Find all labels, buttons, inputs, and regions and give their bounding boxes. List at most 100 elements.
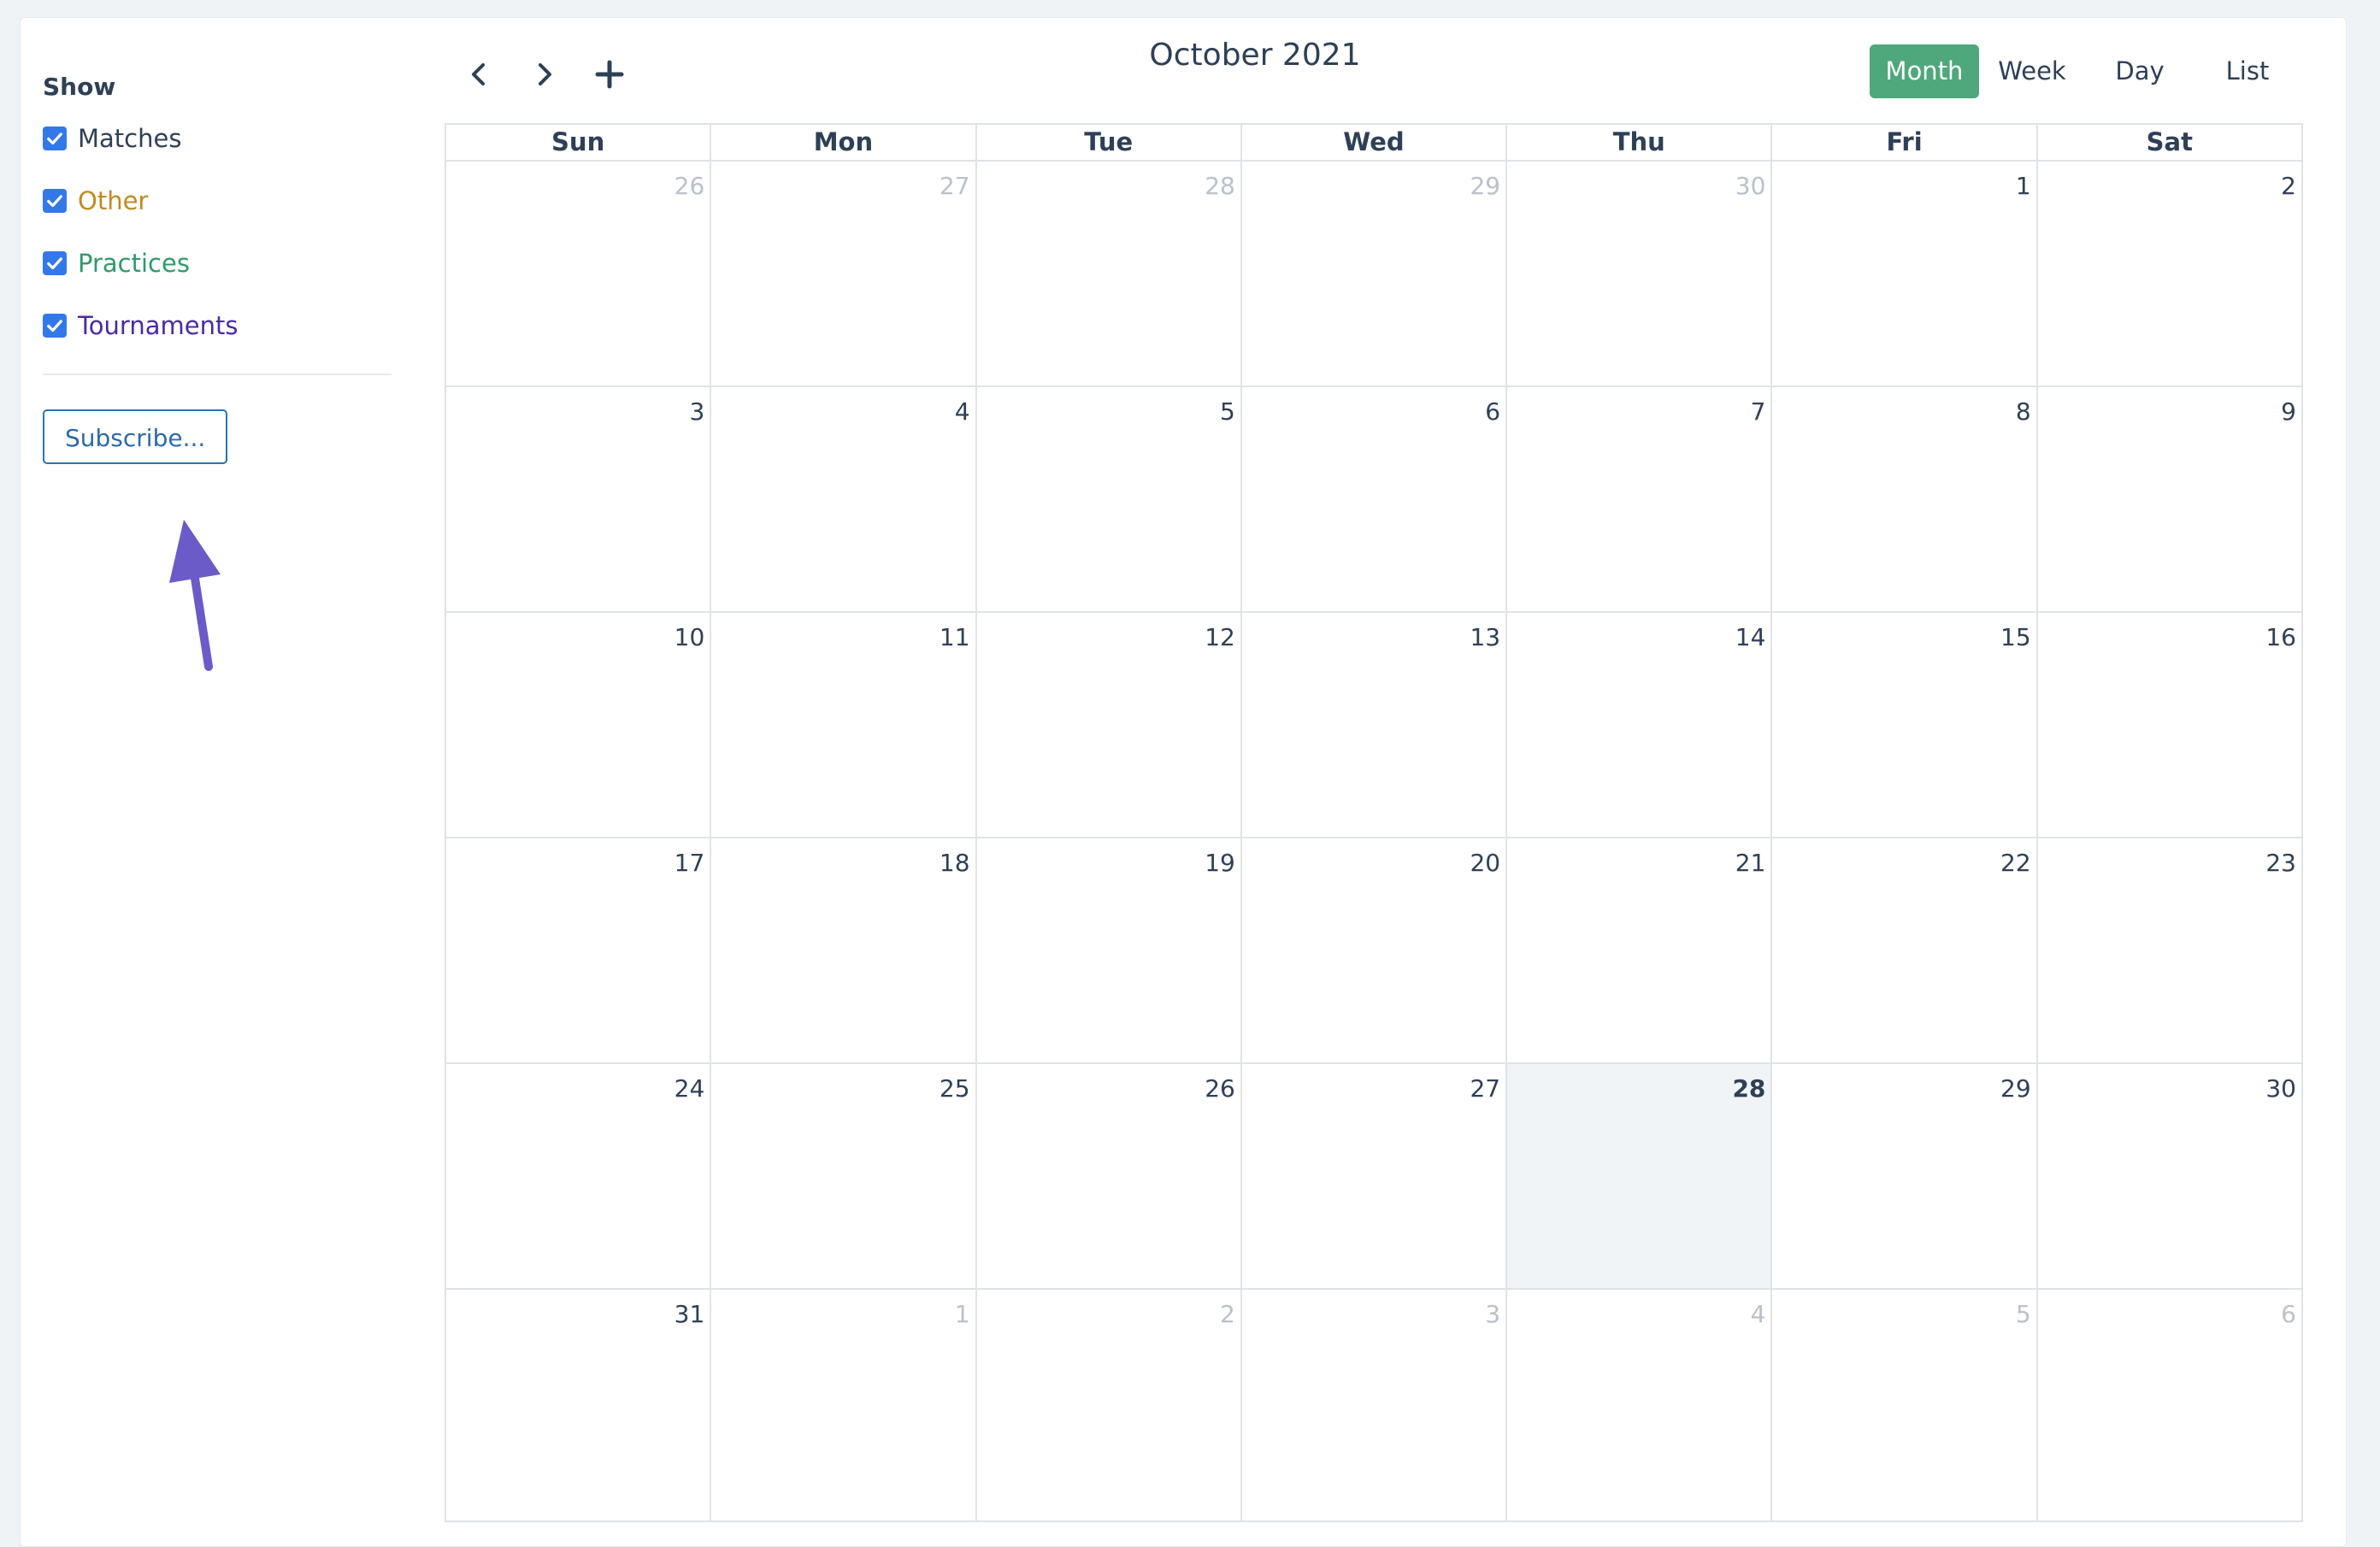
day-cell[interactable]: 12 (977, 613, 1242, 837)
view-list-button[interactable]: List (2194, 44, 2300, 98)
day-cell[interactable]: 26 (446, 162, 712, 385)
view-week-button[interactable]: Week (1979, 44, 2085, 98)
day-cell[interactable]: 4 (1507, 1290, 1773, 1521)
day-cell[interactable]: 24 (446, 1064, 712, 1288)
day-number[interactable]: 17 (675, 849, 705, 877)
subscribe-button[interactable]: Subscribe... (43, 409, 228, 464)
day-number[interactable]: 25 (940, 1074, 970, 1103)
day-cell[interactable]: 31 (446, 1290, 712, 1521)
day-number[interactable]: 13 (1470, 623, 1500, 651)
day-cell[interactable]: 14 (1507, 613, 1773, 837)
day-number[interactable]: 5 (1220, 397, 1235, 426)
day-cell[interactable]: 1 (711, 1290, 977, 1521)
day-number[interactable]: 28 (1732, 1074, 1765, 1103)
day-number[interactable]: 1 (955, 1300, 970, 1328)
day-cell[interactable]: 5 (977, 387, 1242, 611)
day-cell[interactable]: 6 (1242, 387, 1508, 611)
day-number[interactable]: 23 (2265, 849, 2296, 877)
day-cell[interactable]: 30 (2038, 1064, 2301, 1288)
day-cell[interactable]: 22 (1772, 838, 2038, 1062)
day-number[interactable]: 27 (940, 172, 970, 200)
day-cell[interactable]: 15 (1772, 613, 2038, 837)
day-cell[interactable]: 2 (977, 1290, 1242, 1521)
day-cell[interactable]: 17 (446, 838, 712, 1062)
day-cell[interactable]: 3 (1242, 1290, 1508, 1521)
day-number[interactable]: 15 (2000, 623, 2031, 651)
day-cell[interactable]: 8 (1772, 387, 2038, 611)
day-number[interactable]: 27 (1470, 1074, 1500, 1103)
prev-month-button[interactable] (457, 53, 500, 96)
next-month-button[interactable] (523, 53, 566, 96)
filter-matches[interactable]: Matches (43, 107, 392, 169)
day-cell[interactable]: 30 (1507, 162, 1773, 385)
day-cell[interactable]: 11 (711, 613, 977, 837)
day-cell[interactable]: 29 (1242, 162, 1508, 385)
day-cell[interactable]: 9 (2038, 387, 2301, 611)
day-cell[interactable]: 19 (977, 838, 1242, 1062)
day-cell[interactable]: 6 (2038, 1290, 2301, 1521)
day-cell[interactable]: 29 (1772, 1064, 2038, 1288)
day-cell[interactable]: 23 (2038, 838, 2301, 1062)
day-number[interactable]: 2 (1220, 1300, 1235, 1328)
day-cell[interactable]: 13 (1242, 613, 1508, 837)
day-number[interactable]: 6 (1485, 397, 1500, 426)
day-number[interactable]: 9 (2281, 397, 2296, 426)
day-number[interactable]: 11 (940, 623, 970, 651)
day-number[interactable]: 3 (689, 397, 704, 426)
day-number[interactable]: 8 (2016, 397, 2031, 426)
day-cell[interactable]: 21 (1507, 838, 1773, 1062)
day-number[interactable]: 4 (1751, 1300, 1766, 1328)
day-cell[interactable]: 2 (2038, 162, 2301, 385)
day-cell[interactable]: 27 (1242, 1064, 1508, 1288)
day-number[interactable]: 4 (955, 397, 970, 426)
checkbox-checked-icon[interactable] (43, 126, 67, 150)
day-cell[interactable]: 5 (1772, 1290, 2038, 1521)
day-number[interactable]: 30 (2265, 1074, 2296, 1103)
day-cell[interactable]: 26 (977, 1064, 1242, 1288)
day-cell[interactable]: 10 (446, 613, 712, 837)
day-cell[interactable]: 3 (446, 387, 712, 611)
day-cell-today[interactable]: 28 (1507, 1064, 1773, 1288)
view-day-button[interactable]: Day (2085, 44, 2194, 98)
day-number[interactable]: 19 (1205, 849, 1235, 877)
day-cell[interactable]: 28 (977, 162, 1242, 385)
day-number[interactable]: 26 (1205, 1074, 1235, 1103)
day-cell[interactable]: 18 (711, 838, 977, 1062)
day-number[interactable]: 5 (2016, 1300, 2031, 1328)
day-number[interactable]: 18 (940, 849, 970, 877)
day-number[interactable]: 7 (1751, 397, 1766, 426)
day-number[interactable]: 24 (675, 1074, 705, 1103)
day-number[interactable]: 1 (2016, 172, 2031, 200)
day-number[interactable]: 3 (1485, 1300, 1500, 1328)
day-number[interactable]: 14 (1735, 623, 1766, 651)
filter-practices[interactable]: Practices (43, 232, 392, 294)
day-number[interactable]: 16 (2265, 623, 2296, 651)
day-number[interactable]: 6 (2281, 1300, 2296, 1328)
day-number[interactable]: 30 (1735, 172, 1766, 200)
day-number[interactable]: 28 (1205, 172, 1235, 200)
day-cell[interactable]: 16 (2038, 613, 2301, 837)
filter-tournaments[interactable]: Tournaments (43, 294, 392, 356)
day-number[interactable]: 31 (675, 1300, 705, 1328)
day-number[interactable]: 29 (2000, 1074, 2031, 1103)
day-number[interactable]: 12 (1205, 623, 1235, 651)
day-number[interactable]: 10 (675, 623, 705, 651)
view-month-button[interactable]: Month (1870, 44, 1979, 98)
day-cell[interactable]: 25 (711, 1064, 977, 1288)
day-number[interactable]: 20 (1470, 849, 1500, 877)
day-cell[interactable]: 4 (711, 387, 977, 611)
day-number[interactable]: 2 (2281, 172, 2296, 200)
day-cell[interactable]: 7 (1507, 387, 1773, 611)
checkbox-checked-icon[interactable] (43, 313, 67, 338)
day-cell[interactable]: 27 (711, 162, 977, 385)
day-number[interactable]: 21 (1735, 849, 1766, 877)
add-event-button[interactable] (588, 53, 631, 96)
checkbox-checked-icon[interactable] (43, 250, 67, 275)
day-cell[interactable]: 20 (1242, 838, 1508, 1062)
day-number[interactable]: 29 (1470, 172, 1500, 200)
filter-other[interactable]: Other (43, 169, 392, 232)
day-cell[interactable]: 1 (1772, 162, 2038, 385)
day-number[interactable]: 26 (675, 172, 705, 200)
checkbox-checked-icon[interactable] (43, 188, 67, 213)
day-number[interactable]: 22 (2000, 849, 2031, 877)
